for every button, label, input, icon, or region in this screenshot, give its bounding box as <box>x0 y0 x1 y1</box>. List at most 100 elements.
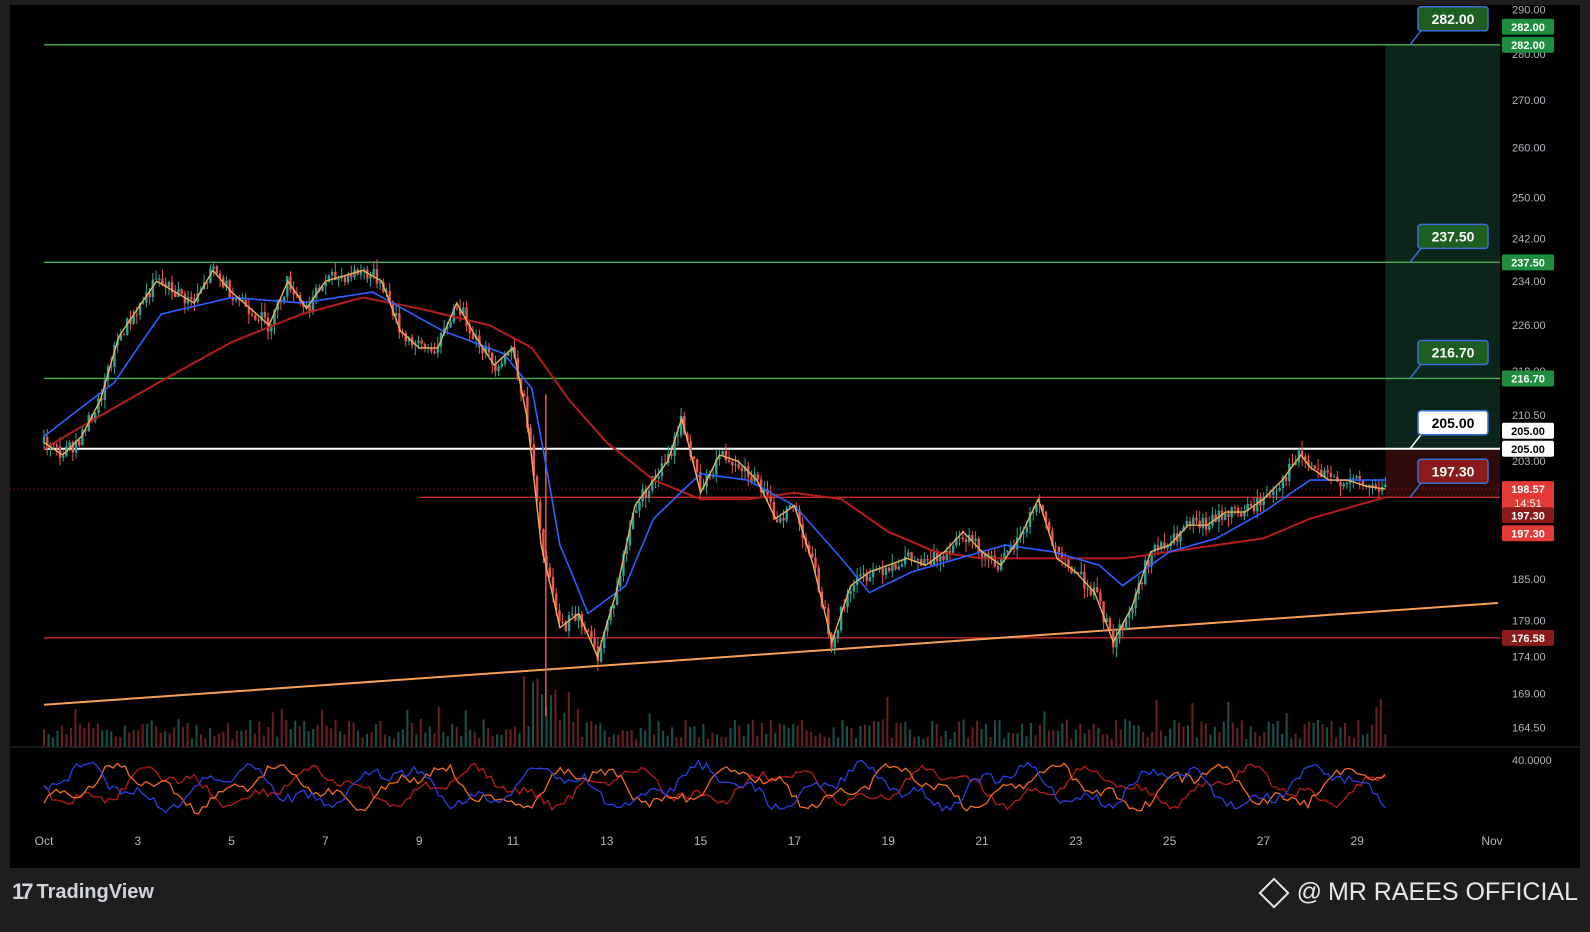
volume-bar <box>1074 729 1077 747</box>
volume-bar <box>599 723 602 747</box>
volume-bar <box>298 726 301 747</box>
volume-bar <box>1128 720 1131 747</box>
candle-body <box>1384 484 1387 488</box>
volume-bar <box>747 723 750 747</box>
volume-bar <box>980 728 983 747</box>
candle-body <box>926 558 929 561</box>
time-axis-tick: 3 <box>134 834 141 848</box>
volume-bar <box>540 694 543 747</box>
candle-body <box>433 351 436 354</box>
time-axis-tick: 19 <box>882 834 896 848</box>
volume-bar <box>164 731 167 747</box>
volume-bar <box>1352 737 1355 747</box>
candle-body <box>1057 546 1061 553</box>
tradingview-logo-icon: 17 <box>12 879 34 904</box>
volume-bar <box>585 722 588 747</box>
volume-bar <box>720 736 723 747</box>
volume-bar <box>1173 720 1176 747</box>
volume-bar <box>92 728 95 747</box>
volume-bar <box>1101 734 1104 747</box>
candle-body <box>350 274 353 278</box>
volume-bar <box>365 733 368 747</box>
volume-bar <box>316 724 319 747</box>
candle-body <box>782 518 785 521</box>
volume-bar <box>653 734 656 747</box>
axis-tag-237.50: 237.50 <box>1511 257 1545 269</box>
candle-body <box>731 461 734 466</box>
volume-bar <box>69 727 72 747</box>
volume-bar <box>357 730 360 747</box>
volume-bar <box>675 737 678 747</box>
volume-bar <box>922 738 925 747</box>
volume-bar <box>473 732 476 747</box>
candle-body <box>417 340 420 344</box>
price-axis-tick: 174.00 <box>1512 651 1546 663</box>
volume-bar <box>406 709 409 747</box>
volume-bar <box>1169 728 1172 747</box>
candle-body <box>548 567 552 577</box>
candle-body <box>1240 513 1243 517</box>
volume-bar <box>451 724 454 747</box>
volume-bar <box>1357 720 1360 747</box>
volume-bar <box>191 738 194 747</box>
candle-body <box>1339 481 1342 487</box>
candle-body <box>903 556 907 565</box>
volume-bar <box>235 730 238 747</box>
candle-body <box>1198 520 1201 528</box>
volume-bar <box>231 738 234 747</box>
axis-tag-176.58: 176.58 <box>1511 633 1545 645</box>
volume-bar <box>271 712 274 747</box>
tradingview-logo[interactable]: 17 TradingView <box>12 879 154 904</box>
volume-bar <box>1182 726 1185 747</box>
volume-bar <box>846 726 849 747</box>
volume-bar <box>1097 728 1100 747</box>
candle-body <box>881 568 884 575</box>
volume-bar <box>1213 726 1216 747</box>
candle-body <box>852 584 856 592</box>
volume-bar <box>1020 723 1023 747</box>
volume-bar <box>648 713 651 747</box>
candle-body <box>1054 545 1057 547</box>
volume-bar <box>303 720 306 747</box>
volume-bar <box>1092 723 1095 747</box>
volume-bar <box>527 726 530 747</box>
candle-body <box>779 518 782 523</box>
time-axis-tick: Nov <box>1481 834 1502 848</box>
volume-bar <box>1321 724 1324 747</box>
callout-label-237.50: 237.50 <box>1432 228 1475 244</box>
volume-bar <box>684 720 687 747</box>
candle-body <box>1227 513 1230 517</box>
candle-body <box>1313 465 1317 469</box>
volume-bar <box>1191 702 1194 747</box>
volume-bar <box>1119 729 1122 747</box>
volume-bar <box>397 732 400 747</box>
volume-bar <box>433 733 436 747</box>
candle-body <box>1204 517 1208 530</box>
volume-bar <box>213 736 216 747</box>
candle-body <box>635 510 638 513</box>
volume-bar <box>141 724 144 747</box>
price-chart[interactable]: 40.0000290.00280.00270.00260.00250.00242… <box>10 4 1580 868</box>
volume-bar <box>330 728 333 747</box>
volume-bar <box>563 712 566 747</box>
volume-bar <box>415 734 418 747</box>
volume-bar <box>307 731 310 747</box>
candle-body <box>1006 550 1009 553</box>
axis-tag-282-upper: 282.00 <box>1511 22 1545 34</box>
price-axis-tick: 185.00 <box>1512 574 1546 586</box>
candle-body <box>740 468 744 472</box>
candle-body <box>593 638 596 647</box>
volume-bar <box>487 728 490 747</box>
axis-tag-205.00: 205.00 <box>1511 444 1545 456</box>
volume-bar <box>1195 737 1198 747</box>
volume-bar <box>1281 733 1284 747</box>
volume-bar <box>567 691 570 747</box>
volume-bar <box>343 734 346 747</box>
volume-bar <box>828 737 831 747</box>
volume-bar <box>87 722 90 747</box>
volume-bar <box>702 724 705 747</box>
volume-bar <box>1146 736 1149 747</box>
chart-frame[interactable]: 40.0000 290.00 280.00 270.00 260.00 250.00 242… <box>10 4 1580 868</box>
candle-body <box>42 436 46 443</box>
volume-bar <box>1025 736 1028 747</box>
